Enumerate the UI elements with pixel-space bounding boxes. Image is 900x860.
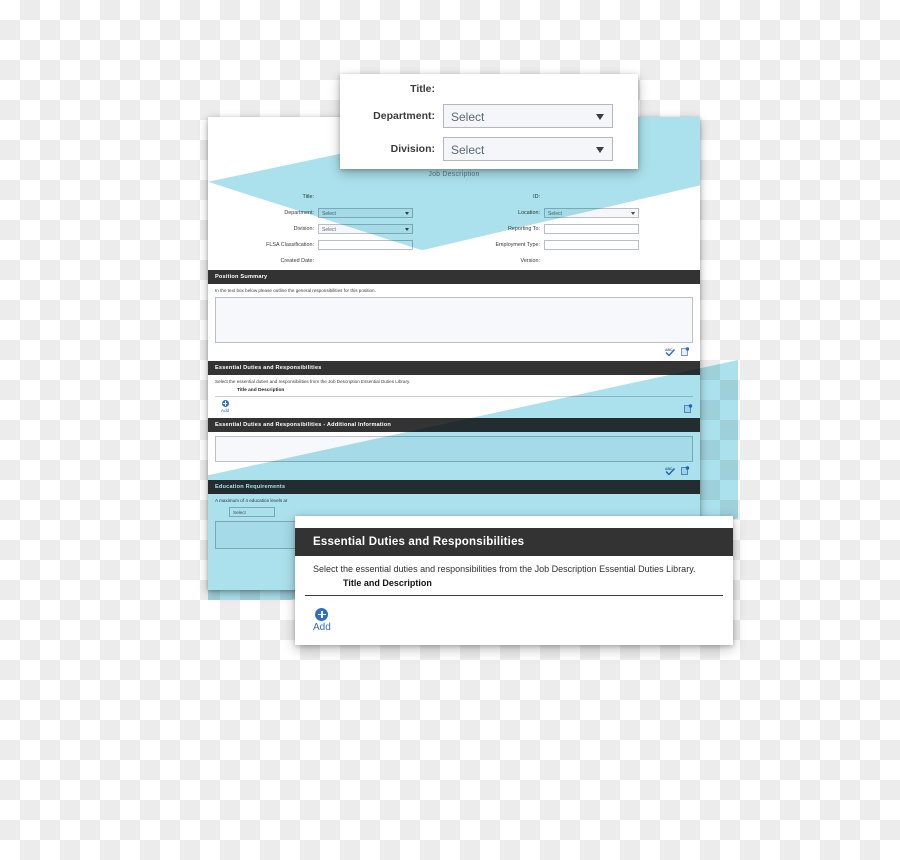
popup-department-select[interactable]: Select [443,104,613,128]
label-division: Division: [293,226,314,232]
department-select-value: Select [322,211,336,217]
field-row-created-date: Created Date: [218,254,454,268]
department-select[interactable]: Select [318,208,413,218]
label-employment-type: Employment Type: [495,242,540,248]
field-row-title: Title: [218,190,454,204]
popup-label-title: Title: [410,83,435,95]
plus-circle-icon [315,608,329,621]
education-level-select[interactable]: Select [229,507,275,517]
form-column-right: ID: Location: Select Reporting To: Emplo… [454,190,690,270]
popup-department-select-value: Select [451,110,485,124]
field-row-division: Division: Select [218,222,454,236]
employment-type-input[interactable] [544,240,639,250]
spellcheck-icon[interactable]: ABC [665,347,675,356]
essential-duties-actions: Add [215,400,693,413]
essential-duties-description: Select the essential duties and responsi… [215,379,411,384]
callout-add-label: Add [313,622,331,633]
label-created-date: Created Date: [280,258,314,264]
spellcheck-icon[interactable]: ABC [665,466,675,475]
popup-field-row-department: Department: Select [340,104,638,128]
location-select[interactable]: Select [544,208,639,218]
divider [215,396,693,397]
add-duty-label: Add [221,408,230,413]
zoom-callout-header-fields: Title: Department: Select Division: Sele… [340,74,638,169]
field-row-reporting-to: Reporting To: [454,222,690,236]
division-select[interactable]: Select [318,224,413,234]
field-row-version: Version: [454,254,690,268]
division-select-value: Select [322,227,336,233]
chevron-down-icon [405,228,409,231]
popup-division-select[interactable]: Select [443,137,613,161]
add-duty-button[interactable]: Add [215,400,229,413]
position-summary-description: In the text box below please outline the… [215,288,376,293]
popup-division-select-value: Select [451,143,485,157]
reporting-to-input[interactable] [544,224,639,234]
chevron-down-icon [596,114,604,120]
copy-document-icon[interactable] [684,404,693,413]
callout-subheader: Title and Description [343,578,432,588]
label-department: Department: [284,210,314,216]
chevron-down-icon [631,212,635,215]
position-summary-textarea[interactable] [215,297,693,343]
essential-duties-additional-icon-row: ABC [215,462,693,475]
popup-field-row-title: Title: [340,83,638,95]
education-requirements-description: A maximum of 4 education levels ar [215,498,288,503]
label-reporting-to: Reporting To: [508,226,540,232]
field-row-department: Department: Select [218,206,454,220]
location-select-value: Select [548,211,562,217]
section-header-position-summary: Position Summary [208,270,700,284]
essential-duties-subheader: Title and Description [237,388,285,393]
popup-label-department: Department: [373,110,435,122]
field-row-location: Location: Select [454,206,690,220]
divider [305,595,723,596]
popup-label-division: Division: [390,143,435,155]
section-body-position-summary: In the text box below please outline the… [208,284,700,361]
plus-circle-icon [221,400,229,407]
form-column-left: Title: Department: Select Division: Sele… [218,190,454,270]
label-title: Title: [302,194,314,200]
section-header-essential-duties: Essential Duties and Responsibilities [208,361,700,375]
copy-document-icon[interactable] [681,346,690,356]
position-summary-icon-row: ABC [215,343,693,356]
field-row-id: ID: [454,190,690,204]
section-header-education-requirements: Education Requirements [208,480,700,494]
field-row-employment-type: Employment Type: [454,238,690,252]
section-header-essential-duties-additional: Essential Duties and Responsibilities - … [208,418,700,432]
chevron-down-icon [596,147,604,153]
form-fields-area: Title: Department: Select Division: Sele… [208,178,700,270]
section-body-essential-duties: Select the essential duties and responsi… [208,375,700,418]
field-row-flsa: FLSA Classification: [218,238,454,252]
flsa-classification-input[interactable] [318,240,413,250]
essential-duties-additional-textarea[interactable] [215,436,693,462]
label-version: Version: [520,258,540,264]
label-id: ID: [533,194,540,200]
education-level-select-value: Select [233,510,246,515]
callout-add-button[interactable]: Add [295,596,331,633]
callout-description: Select the essential duties and responsi… [313,564,696,574]
label-flsa-classification: FLSA Classification: [266,242,314,248]
chevron-down-icon [405,212,409,215]
copy-document-icon[interactable] [681,465,690,475]
callout-header-essential-duties: Essential Duties and Responsibilities [295,528,733,556]
zoom-callout-essential-duties: Essential Duties and Responsibilities Se… [295,516,733,645]
transparency-canvas: Job Description Title: Department: Selec… [0,0,900,860]
section-body-essential-duties-additional: ABC [208,432,700,480]
popup-field-row-division: Division: Select [340,137,638,161]
label-location: Location: [518,210,540,216]
